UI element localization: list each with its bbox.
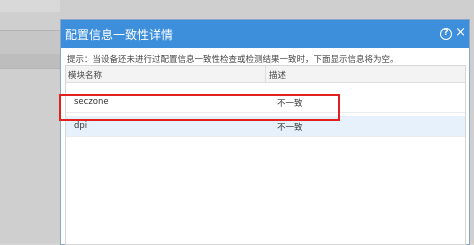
background-divider: [0, 30, 60, 31]
close-icon[interactable]: ×: [455, 26, 466, 40]
column-header-module-name[interactable]: 模块名称: [68, 69, 102, 81]
config-consistency-dialog: 配置信息一致性详情 ? × 提示：当设备还未进行过配置信息一致性检查或检测结果一…: [60, 19, 470, 245]
description-cell: 不一致: [277, 123, 303, 133]
module-name-cell: dpi: [74, 121, 88, 131]
consistency-table: 模块名称 描述 seczone 不一致 dpi 不一致: [65, 65, 466, 245]
help-icon[interactable]: ?: [440, 28, 452, 40]
column-header-description[interactable]: 描述: [269, 69, 286, 81]
dialog-title: 配置信息一致性详情: [65, 28, 174, 42]
background-divider: [0, 68, 60, 69]
dialog-header: 配置信息一致性详情 ? ×: [61, 20, 469, 48]
background-row: [0, 54, 60, 68]
column-divider: [265, 66, 266, 82]
background-toolbar: [0, 0, 60, 12]
background-row: [0, 30, 60, 54]
red-highlight-box: [59, 94, 340, 121]
hint-text: 提示：当设备还未进行过配置信息一致性检查或检测结果一致时，下面显示信息将为空。: [67, 55, 399, 65]
table-header: 模块名称 描述: [66, 66, 465, 83]
